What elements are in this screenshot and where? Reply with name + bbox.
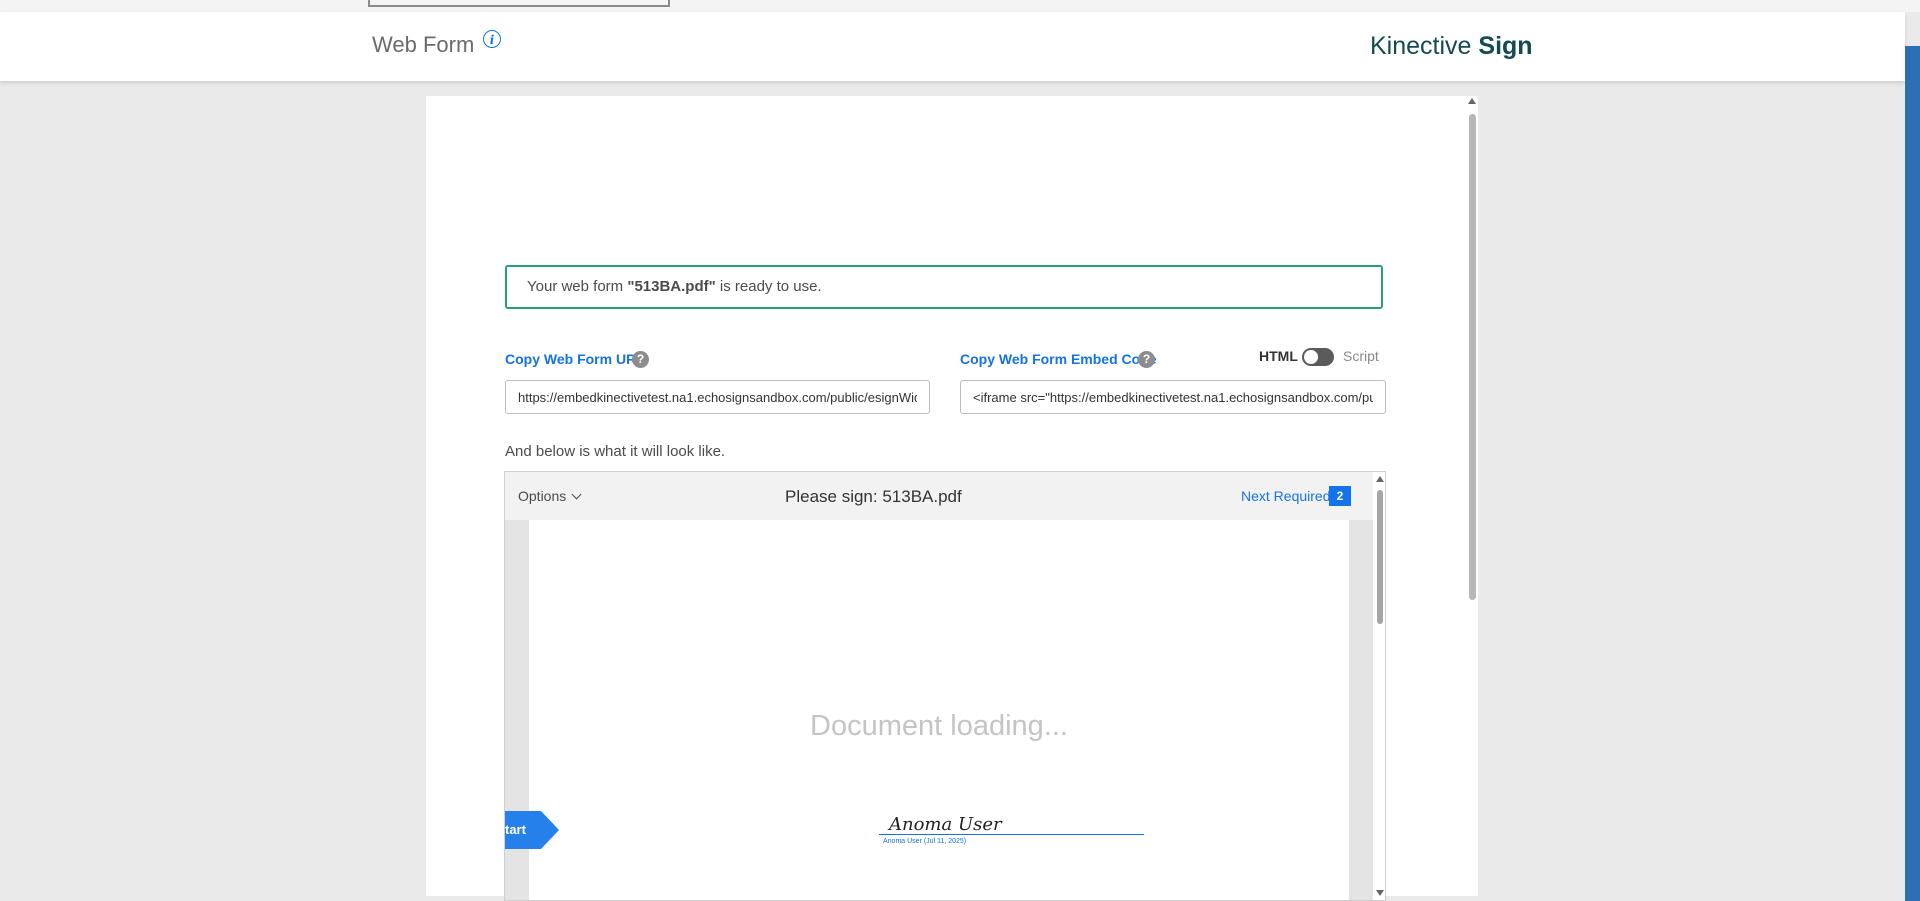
success-suffix: is ready to use. [715,278,822,295]
signature-meta: Anoma User (Jul 11, 2025) [883,838,967,845]
html-label: HTML [1259,348,1298,364]
preview-scroll-thumb[interactable] [1377,490,1383,624]
copy-url-label[interactable]: Copy Web Form URL [505,351,645,367]
preview-caption: And below is what it will look like. [505,443,726,460]
toggle-knob [1304,350,1318,364]
success-filename: "513BA.pdf" [627,278,716,295]
info-icon[interactable]: i [483,30,501,48]
brand-logo: Kinective Sign [1370,32,1533,61]
web-form-url-field[interactable] [505,380,930,414]
signature-line [879,834,1144,835]
next-required-count-badge[interactable]: 2 [1329,486,1351,506]
preview-scrollbar[interactable] [1373,472,1385,900]
success-message: Your web form "513BA.pdf" is ready to us… [505,265,1383,309]
start-label: tart [505,822,526,837]
document-loading-text: Document loading... [810,710,1068,742]
top-tab-outline [368,0,670,7]
help-icon[interactable]: ? [1138,351,1155,368]
brand-light: Kinective [1370,32,1479,60]
web-form-preview: Options Please sign: 513BA.pdf Next Requ… [504,471,1386,901]
start-button[interactable]: tart [505,811,559,849]
preview-scroll-down-icon[interactable] [1376,890,1384,896]
chevron-down-icon [571,489,582,500]
scroll-up-arrow-icon[interactable] [1468,98,1476,104]
next-required-link[interactable]: Next Required [1241,488,1331,504]
brand-bold: Sign [1478,32,1533,60]
signature-name: Anoma User [889,814,1002,835]
options-dropdown[interactable]: Options [518,488,582,504]
copy-embed-label[interactable]: Copy Web Form Embed Code [960,351,1157,367]
preview-right-gutter [1349,520,1373,900]
document-page: Document loading... Anoma User Anoma Use… [529,520,1349,900]
right-side-bar [1905,46,1920,901]
embed-code-field[interactable] [960,380,1386,414]
scroll-thumb[interactable] [1469,114,1476,600]
html-script-toggle[interactable] [1302,348,1334,366]
success-prefix: Your web form [527,278,628,295]
preview-toolbar: Options Please sign: 513BA.pdf Next Requ… [505,472,1373,521]
preview-scroll-up-icon[interactable] [1376,476,1384,482]
card-scrollbar[interactable] [1466,96,1478,896]
top-strip [0,0,1920,12]
script-label: Script [1343,348,1379,364]
page-title: Web Form [372,32,475,57]
options-label: Options [518,488,567,504]
page-header: Web Form i Kinective Sign [0,12,1905,81]
help-icon[interactable]: ? [632,351,649,368]
preview-title: Please sign: 513BA.pdf [785,487,962,506]
